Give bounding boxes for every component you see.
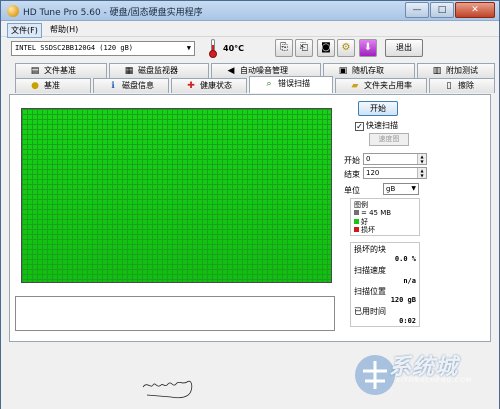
drive-select-value: INTEL SSDSC2BB120G4 (120 gB) xyxy=(15,44,134,52)
legend-box: 图例 = 45 MB 好 损坏 xyxy=(350,198,420,236)
menu-bar: 文件(F) 帮助(H) xyxy=(1,21,499,38)
tab-extra-tests[interactable]: ▥ 附加测试 xyxy=(417,63,495,78)
tab-label: 附加测试 xyxy=(446,66,478,75)
end-field-value: 120 xyxy=(366,169,380,177)
tab-label: 文件夹占用率 xyxy=(364,81,412,90)
options-icon: ⚙ xyxy=(341,42,351,53)
health-cross-icon: ✚ xyxy=(187,81,195,91)
damaged-blocks-label: 损坏的块 xyxy=(354,245,386,254)
elapsed-time-label: 已用时间 xyxy=(354,307,386,316)
window-title: HD Tune Pro 5.60 - 硬盘/固态硬盘实用程序 xyxy=(23,8,203,18)
menu-file[interactable]: 文件(F) xyxy=(7,23,42,38)
speed-map-button[interactable]: 速度图 xyxy=(369,133,409,146)
checkmark-icon: ✓ xyxy=(355,122,364,131)
tab-disk-info[interactable]: ℹ 磁盘信息 xyxy=(93,78,169,93)
screenshot-button[interactable]: ◙ xyxy=(317,39,335,57)
magnifier-icon: ⌕ xyxy=(266,79,272,89)
erase-icon: ▯ xyxy=(446,81,452,91)
exit-button[interactable]: 退出 xyxy=(385,39,423,57)
tab-label: 随机存取 xyxy=(352,66,384,75)
info-icon: ℹ xyxy=(111,81,115,91)
scan-speed-value: n/a xyxy=(403,277,416,285)
tab-random-access[interactable]: ▣ 随机存取 xyxy=(323,63,415,78)
maximize-button[interactable]: □ xyxy=(430,2,454,18)
tab-label: 文件基准 xyxy=(44,66,76,75)
chevron-down-icon: ▼ xyxy=(411,185,416,192)
copy-info-button[interactable]: ⎘ xyxy=(275,39,293,57)
start-button[interactable]: 开始 xyxy=(358,101,398,116)
folder-icon: ▰ xyxy=(351,81,359,91)
unit-label: 单位 xyxy=(344,186,360,195)
watermark-subtext: XITONGCHENG.COM xyxy=(396,377,473,384)
monitor-chart-icon: ▦ xyxy=(124,66,134,76)
error-scan-panel: 开始 ✓ 快速扫描 速度图 开始 0 ▲ ▼ 结束 120 ▲ ▼ 单位 gB ▼… xyxy=(9,94,491,342)
tab-label: 错误扫描 xyxy=(278,79,310,88)
scan-position-label: 扫描位置 xyxy=(354,287,386,296)
scan-speed-label: 扫描速度 xyxy=(354,266,386,275)
window-controls: — □ ✕ xyxy=(404,2,495,18)
thermometer-icon xyxy=(207,39,219,58)
copy-info-icon: ⎘ xyxy=(280,42,288,53)
app-icon xyxy=(7,5,19,17)
tab-folder-usage[interactable]: ▰ 文件夹占用率 xyxy=(335,78,427,93)
tab-label: 磁盘信息 xyxy=(122,81,154,90)
bulb-icon: ● xyxy=(31,81,39,91)
save-download-button[interactable]: ⬇ xyxy=(359,39,377,57)
tab-label: 基准 xyxy=(44,81,60,90)
copy-text-button[interactable]: ⎗ xyxy=(295,39,313,57)
end-field-label: 结束 xyxy=(344,170,360,179)
legend-item-damaged: 损坏 xyxy=(354,225,375,235)
tab-label: 磁盘监视器 xyxy=(138,66,178,75)
tab-health[interactable]: ✚ 健康状态 xyxy=(171,78,247,93)
drive-select[interactable]: INTEL SSDSC2BB120G4 (120 gB) ▼ xyxy=(11,41,195,56)
start-field-label: 开始 xyxy=(344,156,360,165)
tab-error-scan[interactable]: ⌕ 错误扫描 xyxy=(249,76,333,93)
legend-item-block-size: = 45 MB xyxy=(354,209,391,217)
handwritten-signature xyxy=(142,380,193,399)
quick-scan-label: 快速扫描 xyxy=(366,121,398,130)
tab-file-benchmark[interactable]: ▤ 文件基准 xyxy=(15,63,107,78)
legend-swatch xyxy=(354,227,359,232)
temperature-readout: 40°C xyxy=(223,44,245,53)
toolbar: INTEL SSDSC2BB120G4 (120 gB) ▼ 40°C ⎘ ⎗ … xyxy=(1,37,499,61)
close-button[interactable]: ✕ xyxy=(455,2,495,18)
tab-label: 自动噪音管理 xyxy=(240,66,288,75)
tab-label: 健康状态 xyxy=(200,81,232,90)
copy-text-icon: ⎗ xyxy=(300,42,308,53)
damaged-blocks-value: 0.0 % xyxy=(394,255,416,263)
download-icon: ⬇ xyxy=(363,42,373,53)
extra-tests-icon: ▥ xyxy=(432,66,442,76)
scan-position-value: 120 gB xyxy=(390,296,416,304)
chevron-down-icon: ▼ xyxy=(186,44,191,52)
camera-icon: ◙ xyxy=(321,42,331,53)
options-button[interactable]: ⚙ xyxy=(337,39,355,57)
scan-block-map xyxy=(21,108,332,283)
title-bar[interactable]: HD Tune Pro 5.60 - 硬盘/固态硬盘实用程序 — □ ✕ xyxy=(1,1,499,21)
minimize-button[interactable]: — xyxy=(405,2,429,18)
tab-label: 擦除 xyxy=(458,81,474,90)
quick-scan-checkbox[interactable]: ✓ 快速扫描 xyxy=(355,120,398,131)
file-icon: ▤ xyxy=(30,66,40,76)
scan-log-box[interactable] xyxy=(15,296,335,331)
unit-select[interactable]: gB ▼ xyxy=(383,183,419,195)
tab-erase[interactable]: ▯ 擦除 xyxy=(429,78,495,93)
legend-swatch xyxy=(354,219,359,224)
menu-help[interactable]: 帮助(H) xyxy=(47,23,81,36)
scan-stats-box: 损坏的块 0.0 % 扫描速度 n/a 扫描位置 120 gB 已用时间 0:0… xyxy=(350,242,420,327)
start-field-value: 0 xyxy=(366,155,371,163)
speaker-icon: ◀ xyxy=(227,66,235,76)
start-field[interactable]: 0 ▲ ▼ xyxy=(363,153,427,165)
app-window: HD Tune Pro 5.60 - 硬盘/固态硬盘实用程序 — □ ✕ 文件(… xyxy=(0,0,500,409)
dice-icon: ▣ xyxy=(338,66,348,76)
legend-swatch xyxy=(354,210,359,215)
tab-disk-monitor[interactable]: ▦ 磁盘监视器 xyxy=(109,63,209,78)
elapsed-time-value: 0:02 xyxy=(399,317,416,325)
spin-down-icon[interactable]: ▼ xyxy=(417,159,426,164)
spin-down-icon[interactable]: ▼ xyxy=(417,173,426,178)
unit-select-value: gB xyxy=(386,185,396,193)
tab-strip: ▤ 文件基准 ▦ 磁盘监视器 ◀ 自动噪音管理 ▣ 随机存取 ▥ 附加测试 ● 基准 ℹ 磁盘… xyxy=(1,63,499,95)
tab-benchmark[interactable]: ● 基准 xyxy=(15,78,91,93)
end-field[interactable]: 120 ▲ ▼ xyxy=(363,167,427,179)
